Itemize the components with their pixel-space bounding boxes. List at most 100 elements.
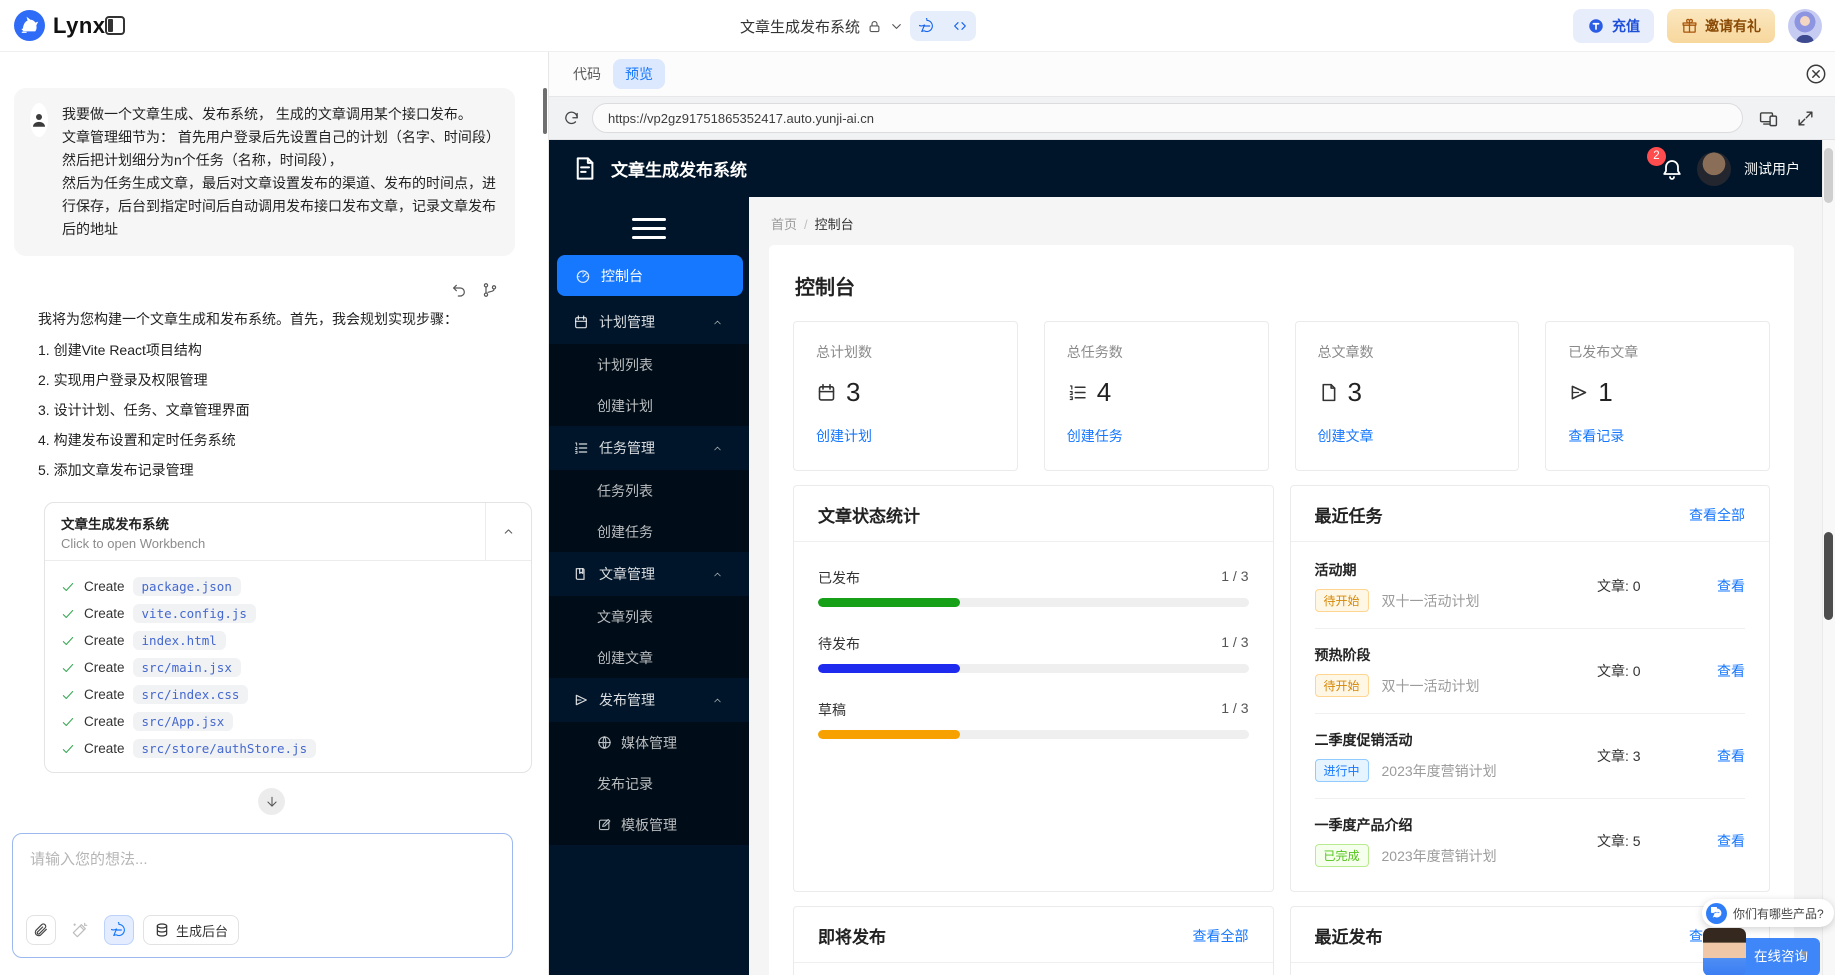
project-title-dropdown[interactable]: 文章生成发布系统 [740, 0, 904, 52]
lynx-logo[interactable]: Lynx [14, 10, 106, 41]
task-view-link[interactable]: 查看 [1701, 576, 1745, 596]
preview-scrollbar-thumb[interactable] [1824, 148, 1833, 203]
sidebar-subitem-template-management[interactable]: 模板管理 [549, 804, 749, 845]
stat-card-link[interactable]: 创建任务 [1067, 426, 1123, 446]
file-path-link[interactable]: src/App.jsx [132, 712, 234, 731]
status-row-labels: 已发布 1 / 3 [818, 568, 1249, 588]
task-name: 二季度促销活动 [1314, 732, 1413, 748]
stat-card-link[interactable]: 创建文章 [1318, 426, 1374, 446]
enhance-button[interactable] [65, 915, 95, 945]
code-mode-button[interactable] [943, 11, 976, 41]
sidebar-item-plan-management[interactable]: 计划管理 [549, 300, 749, 344]
bubble-icon [1710, 907, 1723, 919]
status-row-labels: 草稿 1 / 3 [818, 700, 1249, 720]
olist-icon [1067, 382, 1088, 403]
app-header: 文章生成发布系统 2 测试用户 [549, 140, 1822, 197]
status-value: 1 / 3 [1221, 700, 1249, 716]
workbench-header[interactable]: 文章生成发布系统 Click to open Workbench [45, 503, 531, 561]
file-action: Create [84, 660, 125, 675]
breadcrumb-home[interactable]: 首页 [771, 217, 797, 232]
tab-code[interactable]: 代码 [561, 59, 613, 89]
article-status-panel: 文章状态统计 已发布 1 / 3 待发布 1 / 3 草稿 1 / 3 [793, 485, 1274, 892]
edit-icon [597, 817, 612, 832]
status-label: 草稿 [818, 702, 846, 718]
task-article-count: 文章: 5 [1597, 833, 1641, 849]
chat-style-button[interactable] [104, 915, 134, 945]
file-path-link[interactable]: src/main.jsx [132, 658, 241, 677]
task-view-link[interactable]: 查看 [1701, 746, 1745, 766]
refresh-icon[interactable] [563, 110, 580, 127]
sidebar-subitem-plan-create[interactable]: 创建计划 [549, 385, 749, 426]
support-question-bubble[interactable]: 你们有哪些产品? [1702, 899, 1834, 927]
chat-mode-button[interactable] [910, 11, 943, 41]
sidebar-subitem-publish-records[interactable]: 发布记录 [549, 763, 749, 804]
stat-value: 1 [1598, 377, 1613, 407]
git-branch-icon[interactable] [482, 282, 498, 298]
collapse-widget-caret[interactable]: ▼ [1799, 949, 1809, 960]
task-article-count: 文章: 3 [1597, 748, 1641, 764]
stat-card-link[interactable]: 查看记录 [1568, 426, 1624, 446]
page-scrollbar-thumb[interactable] [1824, 532, 1833, 620]
file-path-link[interactable]: index.html [132, 631, 226, 650]
sidebar-subitem-task-create[interactable]: 创建任务 [549, 511, 749, 552]
sidebar-subitem-plan-list[interactable]: 计划列表 [549, 344, 749, 385]
account-avatar[interactable] [1788, 9, 1822, 43]
sidebar-toggle-icon[interactable] [105, 16, 125, 35]
view-all-upcoming-link[interactable]: 查看全部 [1193, 926, 1249, 946]
message-composer[interactable]: 请输入您的想法... 生成后台 [12, 833, 513, 958]
stat-value-row: 1 [1568, 377, 1747, 408]
generate-backend-label: 生成后台 [176, 923, 229, 939]
status-row: 草稿 1 / 3 [818, 700, 1249, 739]
assistant-intro: 我将为您构建一个文章生成和发布系统。首先，我会规划实现步骤： [38, 311, 458, 327]
progress-fill [818, 730, 961, 739]
menu-collapse-icon[interactable] [632, 218, 666, 239]
sidebar-item-dashboard[interactable]: 控制台 [557, 255, 743, 296]
task-view-link[interactable]: 查看 [1701, 661, 1745, 681]
sidebar-subitem-article-list[interactable]: 文章列表 [549, 596, 749, 637]
sidebar-subitem-media-management[interactable]: 媒体管理 [549, 722, 749, 763]
workbench-collapse-button[interactable] [485, 503, 531, 560]
sidebar-subitem-article-create[interactable]: 创建文章 [549, 637, 749, 678]
stat-card-link[interactable]: 创建计划 [816, 426, 872, 446]
fullscreen-icon[interactable] [1796, 109, 1815, 128]
task-plan-name: 2023年度营销计划 [1381, 847, 1497, 864]
sidebar-item-task-management[interactable]: 任务管理 [549, 426, 749, 470]
article-status-title: 文章状态统计 [818, 507, 920, 526]
app-window: Lynx 文章生成发布系统 充值 邀请有礼 我要做一个文章生成、发布系统， 生成… [0, 0, 1835, 975]
task-name: 预热阶段 [1314, 647, 1371, 663]
sidebar-item-article-management[interactable]: 文章管理 [549, 552, 749, 596]
file-path-link[interactable]: package.json [132, 577, 241, 596]
url-input[interactable]: https://vp2gz91751865352417.auto.yunji-a… [592, 103, 1743, 133]
file-row: Create package.json [61, 573, 515, 600]
view-all-tasks-link[interactable]: 查看全部 [1689, 505, 1745, 525]
task-view-link[interactable]: 查看 [1701, 831, 1745, 851]
app-user-avatar[interactable] [1697, 151, 1731, 186]
chat-scrollbar-thumb[interactable] [543, 88, 547, 134]
notification-bell[interactable]: 2 [1647, 146, 1684, 181]
close-icon[interactable] [1805, 63, 1827, 85]
breadcrumb: 首页 / 控制台 [771, 214, 1794, 233]
file-path-link[interactable]: src/store/authStore.js [132, 739, 317, 758]
stat-card: 总任务数 4 创建任务 [1043, 321, 1269, 471]
tab-preview[interactable]: 预览 [613, 59, 665, 89]
devices-icon[interactable] [1759, 109, 1778, 128]
scroll-to-bottom-button[interactable] [258, 788, 285, 815]
progress-fill [818, 664, 961, 673]
app-header-right: 2 测试用户 [1647, 146, 1800, 186]
file-path-link[interactable]: vite.config.js [132, 604, 256, 623]
invite-button[interactable]: 邀请有礼 [1667, 9, 1775, 43]
sidebar-subitem-task-list[interactable]: 任务列表 [549, 470, 749, 511]
file-path-link[interactable]: src/index.css [132, 685, 249, 704]
document-icon [571, 155, 598, 182]
workbench-header-text: 文章生成发布系统 Click to open Workbench [45, 503, 485, 560]
recharge-button[interactable]: 充值 [1573, 9, 1654, 43]
undo-icon[interactable] [451, 282, 467, 298]
attach-button[interactable] [26, 915, 56, 945]
chevron-up-icon [712, 569, 723, 580]
sidebar-item-publish-management[interactable]: 发布管理 [549, 678, 749, 722]
generate-backend-button[interactable]: 生成后台 [143, 915, 240, 945]
check-icon [61, 715, 75, 729]
sidebar-subitem-label: 媒体管理 [621, 734, 677, 751]
file-row: Create index.html [61, 627, 515, 654]
page-title: 控制台 [795, 277, 855, 299]
